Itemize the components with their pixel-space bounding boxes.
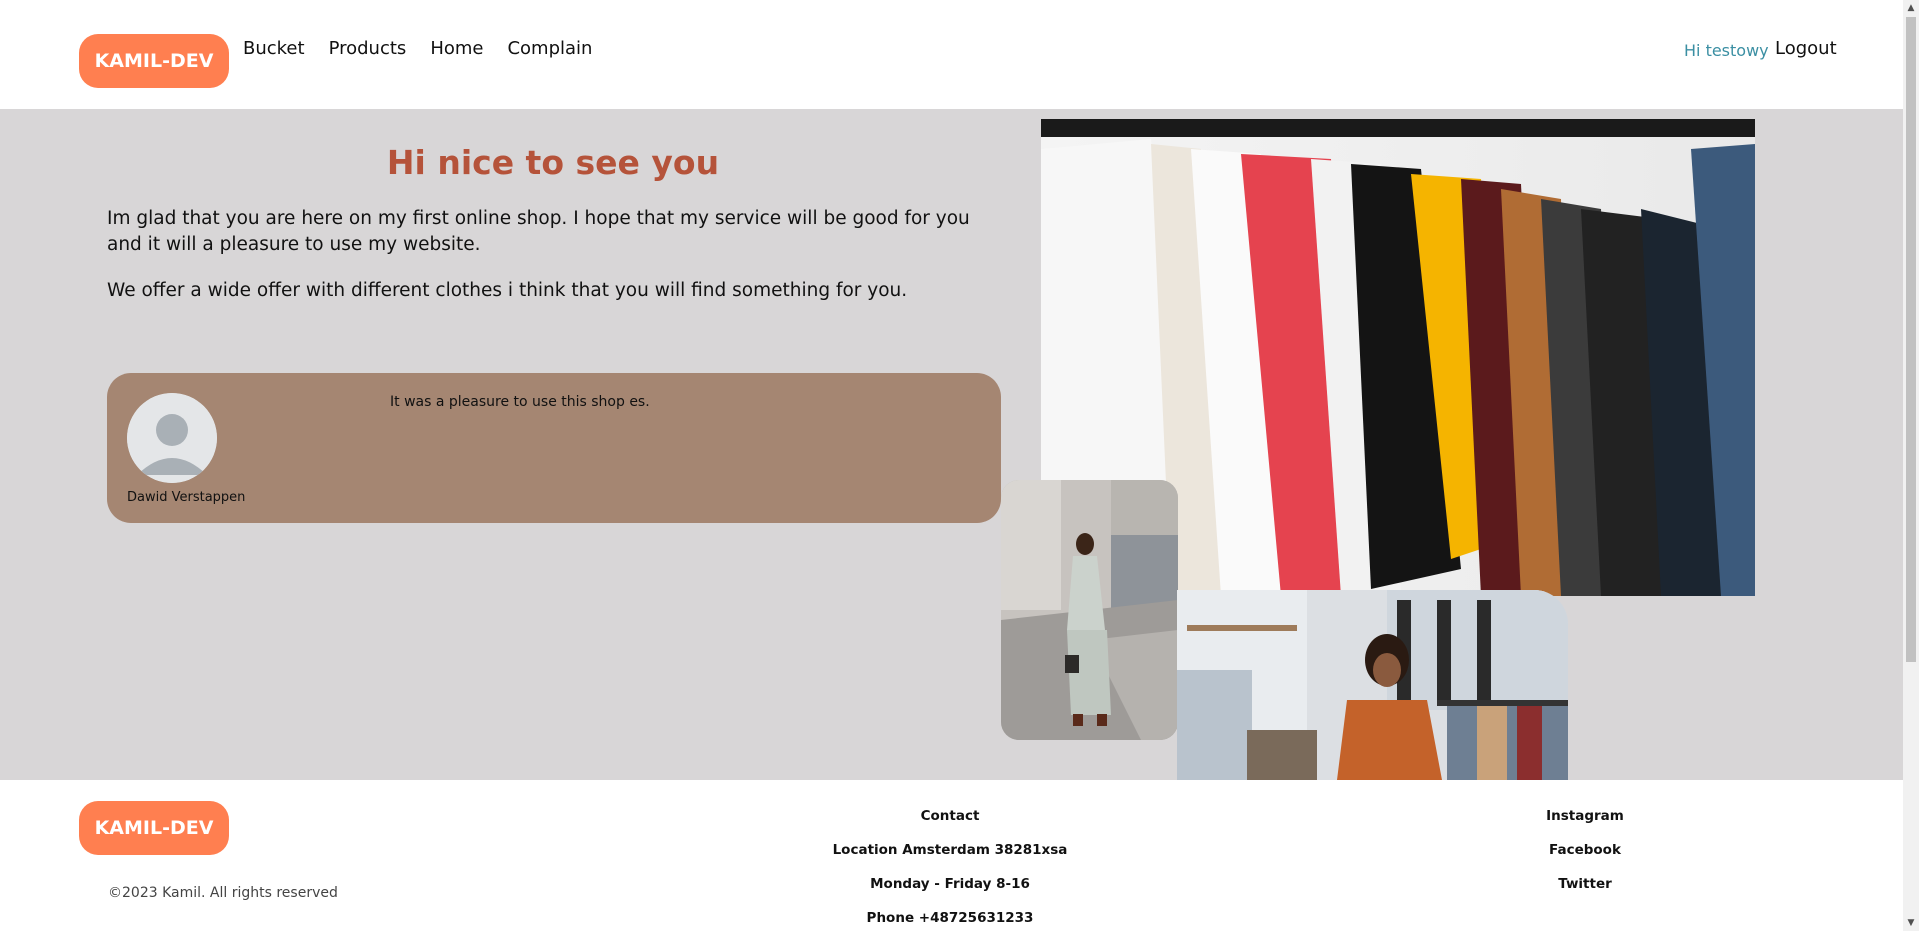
hero-title: Hi nice to see you xyxy=(386,143,720,182)
contact-column: Contact Location Amsterdam 38281xsa Mond… xyxy=(800,808,1100,931)
reviewer-name: Dawid Verstappen xyxy=(127,490,246,505)
nav-home[interactable]: Home xyxy=(430,38,483,59)
shop-woman-image xyxy=(1177,590,1568,780)
nav-products[interactable]: Products xyxy=(329,38,407,59)
scrollbar-thumb[interactable] xyxy=(1906,17,1916,662)
scroll-down-arrow-icon[interactable]: ▼ xyxy=(1903,915,1919,931)
page: KAMIL-DEV Bucket Products Home Complain … xyxy=(0,0,1903,931)
woman-street-image xyxy=(1001,480,1178,740)
hero-section: Hi nice to see you Im glad that you are … xyxy=(0,109,1903,780)
review-text: It was a pleasure to use this shop es. xyxy=(390,394,650,410)
contact-heading: Contact xyxy=(920,808,980,824)
footer-logo-button[interactable]: KAMIL-DEV xyxy=(79,801,229,855)
review-card: Dawid Verstappen It was a pleasure to us… xyxy=(107,373,1001,523)
contact-phone: Phone +48725631233 xyxy=(866,910,1034,926)
main-nav: Bucket Products Home Complain xyxy=(243,38,616,59)
scroll-up-arrow-icon[interactable]: ▲ xyxy=(1903,0,1919,16)
social-facebook[interactable]: Facebook xyxy=(1485,842,1685,876)
nav-bucket[interactable]: Bucket xyxy=(243,38,305,59)
user-greeting: Hi testowy xyxy=(1684,41,1769,60)
logout-link[interactable]: Logout xyxy=(1775,38,1837,59)
contact-hours: Monday - Friday 8-16 xyxy=(870,876,1030,892)
social-twitter[interactable]: Twitter xyxy=(1485,876,1685,910)
contact-location: Location Amsterdam 38281xsa xyxy=(832,842,1068,858)
nav-complain[interactable]: Complain xyxy=(507,38,592,59)
site-footer: KAMIL-DEV ©2023 Kamil. All rights reserv… xyxy=(0,780,1903,931)
logo-button[interactable]: KAMIL-DEV xyxy=(79,34,229,88)
hero-paragraph-2: We offer a wide offer with different clo… xyxy=(107,280,908,301)
hero-paragraph-1: Im glad that you are here on my first on… xyxy=(107,208,970,255)
user-icon xyxy=(127,393,217,483)
copyright: ©2023 Kamil. All rights reserved xyxy=(108,885,338,901)
vertical-scrollbar[interactable]: ▲ ▼ xyxy=(1903,0,1919,931)
social-instagram[interactable]: Instagram xyxy=(1485,808,1685,842)
social-column: Instagram Facebook Twitter xyxy=(1485,808,1685,910)
site-header: KAMIL-DEV Bucket Products Home Complain … xyxy=(0,0,1903,109)
avatar xyxy=(127,393,217,483)
